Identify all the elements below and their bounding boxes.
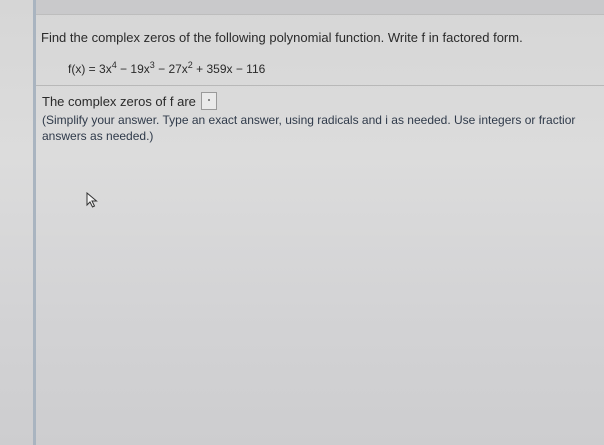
answer-label: The complex zeros of f are — [42, 93, 196, 109]
question-text: Find the complex zeros of the following … — [41, 30, 523, 45]
hint-line-1: (Simplify your answer. Type an exact ans… — [42, 113, 576, 127]
left-border — [33, 0, 36, 445]
answer-instructions: (Simplify your answer. Type an exact ans… — [42, 112, 604, 144]
term-3: − 27x — [154, 62, 188, 76]
term-1: 3x — [99, 62, 112, 76]
mouse-pointer-icon — [86, 192, 98, 208]
polynomial-function: f(x) = 3x4 − 19x3 − 27x2 + 359x − 116 — [68, 61, 266, 77]
top-divider — [36, 14, 604, 15]
term-2: − 19x — [116, 62, 150, 76]
term-4: + 359x − 116 — [192, 62, 266, 76]
answer-row: The complex zeros of f are — [42, 92, 217, 110]
answer-input[interactable] — [200, 92, 217, 110]
function-lhs: f(x) = — [68, 62, 100, 76]
hint-line-2: answers as needed.) — [42, 129, 154, 143]
top-strip — [36, 0, 604, 14]
section-divider — [36, 85, 604, 86]
